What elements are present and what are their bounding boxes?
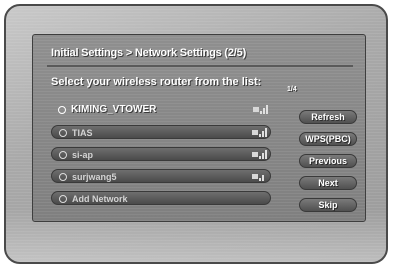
- network-list: KIMING_VTOWER TIAS si-ap surjwang5 Add N…: [51, 103, 271, 213]
- radio-circle-icon: [59, 173, 67, 181]
- network-name: surjwang5: [72, 172, 117, 182]
- lock-icon: [253, 107, 259, 112]
- network-item-kiming-vtower[interactable]: KIMING_VTOWER: [51, 103, 271, 117]
- page-indicator: 1/4: [287, 86, 297, 93]
- instruction-text: Select your wireless router from the lis…: [51, 76, 262, 88]
- lock-icon: [252, 174, 258, 179]
- radio-circle-icon: [59, 129, 67, 137]
- network-name: TIAS: [72, 128, 93, 138]
- signal-strength-icon: [259, 128, 267, 137]
- network-item-add-network[interactable]: Add Network: [51, 191, 271, 205]
- network-settings-dialog: Initial Settings > Network Settings (2/5…: [32, 34, 366, 222]
- network-name: Add Network: [72, 194, 128, 204]
- refresh-button[interactable]: Refresh: [299, 110, 357, 124]
- radio-circle-icon: [59, 151, 67, 159]
- network-name: si-ap: [72, 150, 94, 160]
- next-button[interactable]: Next: [299, 176, 357, 190]
- lock-icon: [252, 152, 258, 157]
- title-divider: [47, 65, 353, 67]
- network-item-tias[interactable]: TIAS: [51, 125, 271, 139]
- network-item-si-ap[interactable]: si-ap: [51, 147, 271, 161]
- radio-circle-icon: [58, 106, 66, 114]
- signal-strength-icon: [259, 150, 267, 159]
- lock-icon: [252, 130, 258, 135]
- page-title: Initial Settings > Network Settings (2/5…: [51, 47, 247, 59]
- network-name: KIMING_VTOWER: [71, 104, 157, 115]
- signal-strength-icon: [259, 172, 267, 181]
- radio-circle-icon: [59, 195, 67, 203]
- skip-button[interactable]: Skip: [299, 198, 357, 212]
- previous-button[interactable]: Previous: [299, 154, 357, 168]
- tv-screen-frame: Initial Settings > Network Settings (2/5…: [4, 4, 388, 264]
- wps-pbc-button[interactable]: WPS(PBC): [299, 132, 357, 146]
- signal-strength-icon: [260, 105, 268, 114]
- network-item-surjwang5[interactable]: surjwang5: [51, 169, 271, 183]
